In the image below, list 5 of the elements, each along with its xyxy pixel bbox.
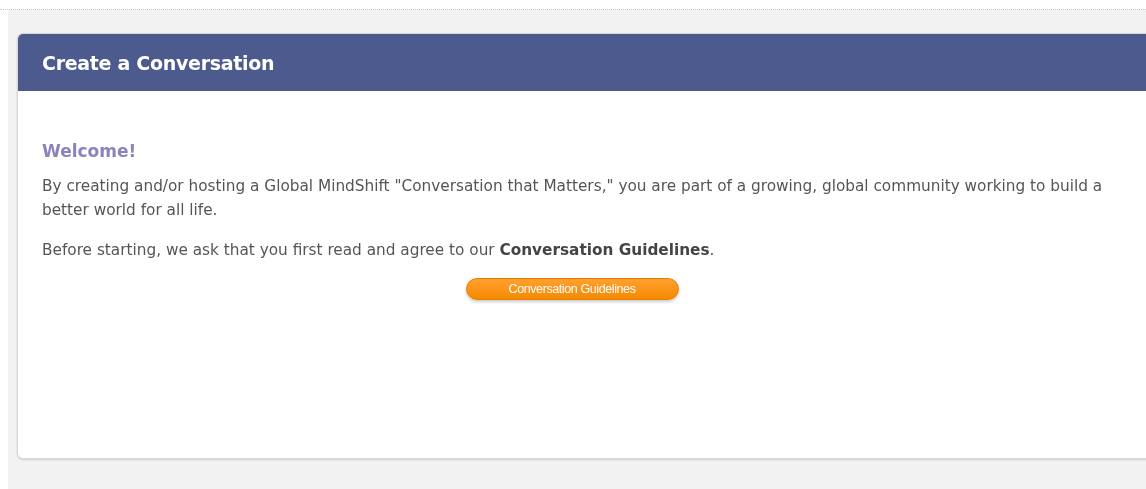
guidelines-button[interactable]: Conversation Guidelines	[465, 278, 679, 300]
panel-title: Create a Conversation	[42, 51, 275, 74]
intro-paragraph: By creating and/or hosting a Global MindShift "Conversation that Matters," you are part of a growing, global community working to build a better world for all life.	[42, 176, 1104, 221]
welcome-heading: Welcome!	[42, 141, 138, 161]
intro-paragraph: Before starting, we ask that you first read and agree to our Conversation Guidelines.	[42, 240, 716, 261]
